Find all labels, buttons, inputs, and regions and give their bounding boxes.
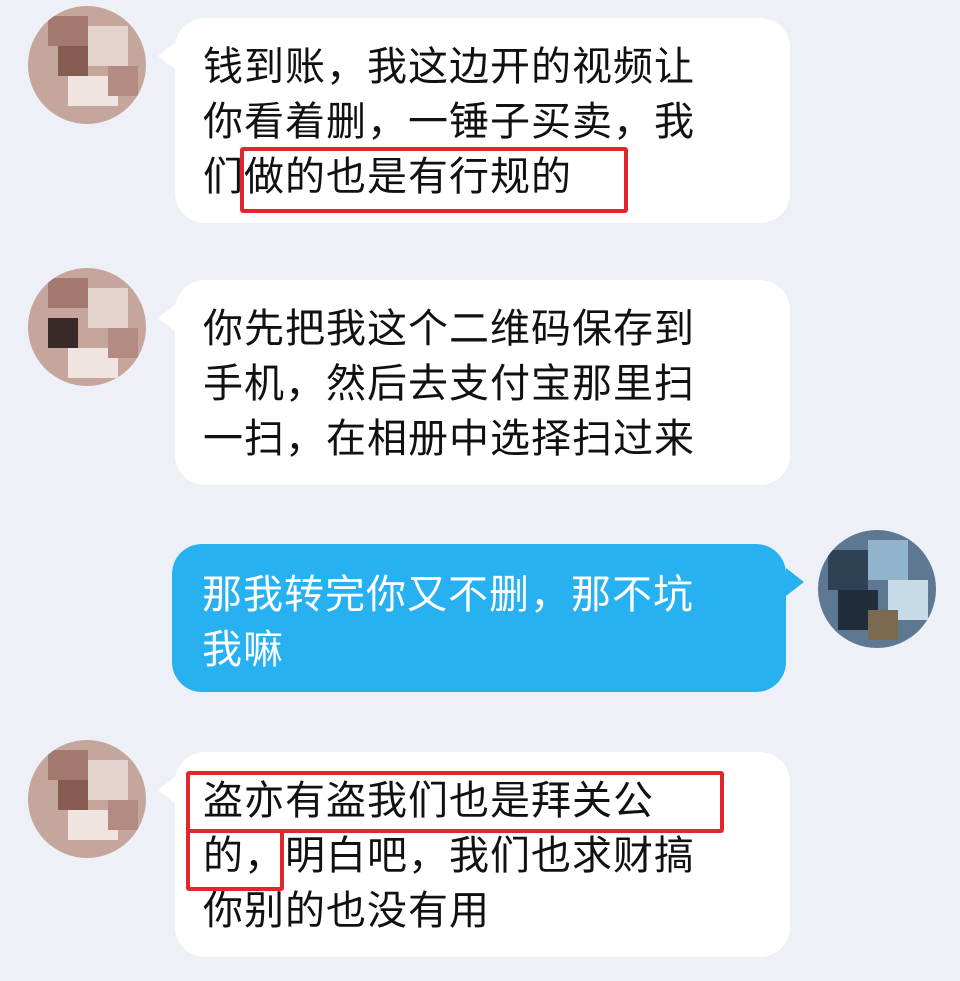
message-line: 一扫，在相册中选择扫过来	[203, 416, 695, 462]
message-line: 的，明白吧，我们也求财搞	[203, 833, 695, 879]
message-bubble[interactable]: 你先把我这个二维码保存到 手机，然后去支付宝那里扫 一扫，在相册中选择扫过来	[175, 280, 790, 485]
message-line: 你看着删，一锤子买卖，我	[203, 99, 695, 145]
message-bubble[interactable]: 钱到账，我这边开的视频让 你看着删，一锤子买卖，我 们做的也是有行规的	[175, 18, 790, 223]
message-line: 我嘛	[202, 627, 284, 673]
message-line: 你别的也没有用	[203, 888, 490, 934]
message-bubble[interactable]: 盗亦有盗我们也是拜关公 的，明白吧，我们也求财搞 你别的也没有用	[175, 752, 790, 957]
message-line: 盗亦有盗我们也是拜关公	[203, 778, 654, 824]
user-avatar[interactable]	[818, 530, 936, 648]
bubble-tail	[158, 776, 176, 804]
message-line: 那我转完你又不删，那不坑	[202, 572, 694, 618]
contact-avatar[interactable]	[28, 6, 146, 124]
contact-avatar[interactable]	[28, 740, 146, 858]
message-line: 们做的也是有行规的	[203, 154, 572, 200]
message-line: 你先把我这个二维码保存到	[203, 306, 695, 352]
bubble-tail	[158, 304, 176, 332]
bubble-tail	[786, 568, 804, 596]
bubble-tail	[158, 42, 176, 70]
message-line: 钱到账，我这边开的视频让	[203, 44, 695, 90]
contact-avatar[interactable]	[28, 268, 146, 386]
message-bubble-outgoing[interactable]: 那我转完你又不删，那不坑 我嘛	[172, 544, 786, 692]
message-line: 手机，然后去支付宝那里扫	[203, 361, 695, 407]
